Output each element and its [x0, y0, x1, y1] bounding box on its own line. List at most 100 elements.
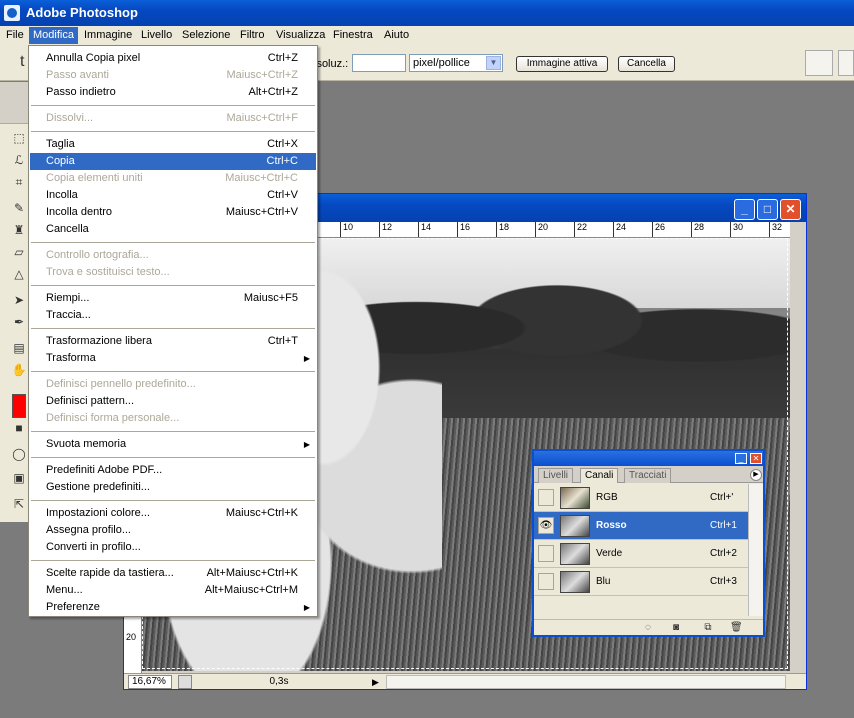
ruler-tick: 20 — [535, 222, 548, 237]
move-tool-icon[interactable]: ➤ — [10, 292, 28, 308]
palette-scrollbar[interactable] — [748, 484, 763, 616]
channel-shortcut: Ctrl+3 — [710, 576, 737, 587]
foreground-color-swatch[interactable] — [12, 394, 26, 418]
menu-item[interactable]: Incolla Ctrl+V — [30, 187, 316, 204]
palette-tabs: Livelli Canali Tracciati ▶ — [534, 466, 763, 483]
menu-item[interactable]: Copia Ctrl+C — [30, 153, 316, 170]
zoom-field[interactable]: 16,67% — [128, 675, 172, 689]
menu-item[interactable]: Preferenze ▶ — [30, 599, 316, 616]
menu-item[interactable]: Definisci pattern... — [30, 393, 316, 410]
menu-item[interactable]: Definisci forma personale... — [30, 410, 316, 427]
menu-item[interactable]: Passo indietro Alt+Ctrl+Z — [30, 84, 316, 101]
menu-item[interactable]: Menu... Alt+Maiusc+Ctrl+M — [30, 582, 316, 599]
menu-item[interactable]: Traccia... — [30, 307, 316, 324]
load-selection-icon[interactable]: ◌ — [642, 622, 654, 634]
menu-window[interactable]: Finestra — [329, 27, 377, 44]
crop-tool-icon[interactable]: t — [20, 53, 24, 71]
menu-item[interactable]: Incolla dentro Maiusc+Ctrl+V — [30, 204, 316, 221]
menu-help[interactable]: Aiuto — [380, 27, 413, 44]
palette-menu-icon[interactable]: ▶ — [750, 469, 762, 481]
marquee-tool-icon[interactable]: ⬚ — [10, 130, 28, 146]
front-image-button[interactable]: Immagine attiva — [516, 56, 608, 72]
minimize-icon[interactable]: _ — [734, 199, 755, 220]
close-icon[interactable]: ✕ — [780, 199, 801, 220]
status-menu-arrow-icon[interactable]: ▶ — [372, 675, 384, 689]
notes-tool-icon[interactable]: ▤ — [10, 340, 28, 356]
document-info-icon[interactable] — [178, 675, 192, 689]
menu-item-shortcut: Maiusc+F5 — [243, 292, 298, 304]
channel-row-blue[interactable]: Blu Ctrl+3 — [534, 568, 748, 596]
menu-item[interactable]: Assegna profilo... — [30, 522, 316, 539]
menu-file[interactable]: File — [2, 27, 28, 44]
visibility-toggle[interactable] — [538, 489, 554, 506]
stamp-tool-icon[interactable]: ♜ — [10, 222, 28, 238]
menu-item-label: Definisci pennello predefinito... — [46, 378, 196, 390]
channel-name: Blu — [596, 576, 611, 587]
visibility-toggle[interactable] — [538, 573, 554, 590]
new-channel-icon[interactable]: ⧉ — [702, 622, 714, 634]
menu-item[interactable]: Dissolvi... Maiusc+Ctrl+F — [30, 110, 316, 127]
menu-filter[interactable]: Filtro — [236, 27, 268, 44]
menu-item[interactable]: Scelte rapide da tastiera... Alt+Maiusc+C… — [30, 565, 316, 582]
menu-item[interactable]: Passo avanti Maiusc+Ctrl+Z — [30, 67, 316, 84]
horizontal-scrollbar[interactable] — [386, 675, 786, 689]
jump-to-imageready-icon[interactable]: ⇱ — [10, 496, 28, 512]
menu-item-label: Assegna profilo... — [46, 524, 131, 536]
menu-item[interactable]: Controllo ortografia... — [30, 247, 316, 264]
menu-item[interactable]: Converti in profilo... — [30, 539, 316, 556]
palette-well-tab[interactable] — [838, 50, 854, 76]
menu-item-shortcut: Ctrl+V — [267, 189, 298, 201]
menu-item[interactable]: Trasforma ▶ — [30, 350, 316, 367]
crop-tool-icon[interactable]: ⌗ — [10, 174, 28, 190]
menu-layer[interactable]: Livello — [137, 27, 176, 44]
menu-item[interactable]: Trasformazione libera Ctrl+T — [30, 333, 316, 350]
menu-item-shortcut: Maiusc+Ctrl+F — [226, 112, 298, 124]
lasso-tool-icon[interactable]: ℒ — [10, 152, 28, 168]
blur-tool-icon[interactable]: △ — [10, 266, 28, 282]
menu-item[interactable]: Copia elementi uniti Maiusc+Ctrl+C — [30, 170, 316, 187]
channel-row-rgb[interactable]: RGB Ctrl+' — [534, 484, 748, 512]
menu-item-shortcut: Ctrl+Z — [267, 52, 298, 64]
channel-thumbnail — [560, 571, 590, 593]
screen-mode-icon[interactable]: ▣ — [10, 470, 28, 486]
menu-item[interactable]: Riempi... Maiusc+F5 — [30, 290, 316, 307]
menu-item-label: Copia — [46, 155, 75, 167]
channel-row-red[interactable]: 👁 Rosso Ctrl+1 — [534, 512, 748, 540]
palette-well-icon[interactable] — [805, 50, 833, 76]
visibility-toggle[interactable] — [538, 545, 554, 562]
eraser-tool-icon[interactable]: ▱ — [10, 244, 28, 260]
menu-edit[interactable]: Modifica — [29, 27, 78, 44]
menu-select[interactable]: Selezione — [178, 27, 234, 44]
healing-tool-icon[interactable]: ✎ — [10, 200, 28, 216]
menu-item[interactable]: Svuota memoria ▶ — [30, 436, 316, 453]
quick-mask-icon[interactable]: ◯ — [10, 446, 28, 462]
menu-image[interactable]: Immagine — [80, 27, 136, 44]
menu-view[interactable]: Visualizza — [272, 27, 329, 44]
menu-item[interactable]: Cancella — [30, 221, 316, 238]
hand-tool-icon[interactable]: ✋ — [10, 362, 28, 378]
menu-item[interactable]: Impostazioni colore... Maiusc+Ctrl+K — [30, 505, 316, 522]
menu-separator — [31, 431, 315, 432]
tab-layers[interactable]: Livelli — [538, 468, 574, 483]
maximize-icon[interactable]: □ — [757, 199, 778, 220]
pen-tool-icon[interactable]: ✒ — [10, 314, 28, 330]
channel-row-green[interactable]: Verde Ctrl+2 — [534, 540, 748, 568]
resolution-unit-select[interactable]: pixel/pollice ▼ — [409, 54, 503, 72]
eye-icon[interactable]: 👁 — [538, 517, 554, 534]
menu-item[interactable]: Predefiniti Adobe PDF... — [30, 462, 316, 479]
ruler-tick: 30 — [730, 222, 743, 237]
trash-icon[interactable]: 🗑 — [730, 622, 743, 634]
resolution-input[interactable] — [352, 54, 406, 72]
menu-item[interactable]: Taglia Ctrl+X — [30, 136, 316, 153]
palette-minimize-icon[interactable]: _ — [735, 453, 747, 464]
menu-item[interactable]: Gestione predefiniti... — [30, 479, 316, 496]
clear-button[interactable]: Cancella — [618, 56, 675, 72]
palette-close-icon[interactable]: ✕ — [750, 453, 762, 464]
save-selection-icon[interactable]: ◙ — [670, 622, 682, 634]
menu-item[interactable]: Annulla Copia pixel Ctrl+Z — [30, 50, 316, 67]
menu-item[interactable]: Trova e sostituisci testo... — [30, 264, 316, 281]
tab-channels[interactable]: Canali — [580, 468, 619, 483]
tab-paths[interactable]: Tracciati — [624, 468, 672, 483]
swap-colors-icon[interactable]: ■ — [10, 420, 28, 436]
menu-item[interactable]: Definisci pennello predefinito... — [30, 376, 316, 393]
